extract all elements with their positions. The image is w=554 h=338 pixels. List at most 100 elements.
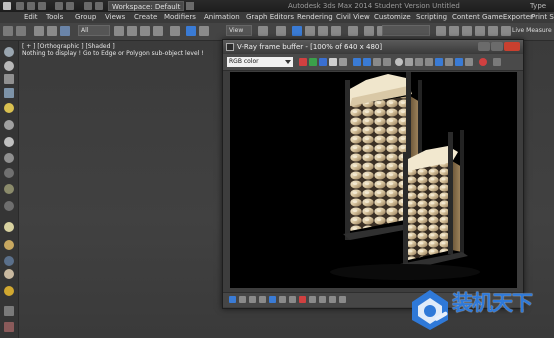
minimize-button[interactable] — [478, 42, 490, 51]
camera-icon[interactable] — [4, 120, 14, 130]
menu-group[interactable]: Group — [75, 12, 96, 23]
space-warp-icon[interactable] — [4, 153, 14, 163]
srgb-icon[interactable] — [465, 58, 473, 66]
menu-gameexporter[interactable]: GameExporter — [482, 12, 533, 23]
curve-editor-icon[interactable] — [462, 26, 472, 36]
undo-icon[interactable] — [55, 2, 63, 10]
named-selection-icon[interactable] — [348, 26, 358, 36]
show-corrections-icon[interactable] — [435, 58, 443, 66]
border-icon[interactable] — [4, 88, 14, 98]
vfb-title-bar[interactable]: V-Ray frame buffer - [100% of 640 x 480] — [223, 40, 523, 54]
alpha-channel-icon[interactable] — [329, 58, 337, 66]
menu-content[interactable]: Content — [452, 12, 480, 23]
open-file-icon[interactable] — [27, 2, 35, 10]
menu-modifiers[interactable]: Modifiers — [164, 12, 196, 23]
sphere-icon[interactable] — [4, 184, 14, 194]
app-logo-icon[interactable] — [3, 2, 11, 10]
menu-print-se[interactable]: Print Se — [531, 12, 554, 23]
named-selection-sets-dropdown[interactable] — [382, 25, 430, 36]
monochrome-icon[interactable] — [339, 58, 347, 66]
link-to-inspector-icon[interactable] — [415, 58, 423, 66]
edge-icon[interactable] — [4, 74, 14, 84]
rotate-icon[interactable] — [186, 26, 196, 36]
bind-space-warp-icon[interactable] — [60, 26, 70, 36]
close-button[interactable] — [504, 42, 520, 51]
light-icon[interactable] — [4, 103, 14, 113]
pixel-info-icon[interactable] — [279, 296, 286, 303]
window-crossing-icon[interactable] — [153, 26, 163, 36]
menu-tools[interactable]: Tools — [46, 12, 63, 23]
snaps-toggle-icon[interactable] — [292, 26, 302, 36]
material-editor-icon[interactable] — [475, 26, 485, 36]
save-image-icon[interactable] — [353, 58, 361, 66]
workspace-dropdown[interactable]: Workspace: Default — [108, 1, 184, 11]
maximize-button[interactable] — [491, 42, 503, 51]
track-mouse-icon[interactable] — [395, 58, 403, 66]
render-icon[interactable] — [479, 58, 487, 66]
save-file-icon[interactable] — [38, 2, 46, 10]
percent-snap-icon[interactable] — [318, 26, 328, 36]
region-render-icon[interactable] — [405, 58, 413, 66]
select-by-name-icon[interactable] — [127, 26, 137, 36]
move-icon[interactable] — [170, 26, 180, 36]
blue-channel-icon[interactable] — [319, 58, 327, 66]
menu-graph-editors[interactable]: Graph Editors — [246, 12, 294, 23]
settings-icon[interactable] — [493, 58, 501, 66]
red-channel-icon[interactable] — [299, 58, 307, 66]
channel-select[interactable]: RGB color — [227, 57, 293, 67]
curves-icon[interactable] — [455, 58, 463, 66]
project-folder-icon[interactable] — [84, 2, 92, 10]
color-icon[interactable] — [239, 296, 246, 303]
stop-icon[interactable] — [425, 58, 433, 66]
grid-icon[interactable] — [4, 306, 14, 316]
pivot-center-icon[interactable] — [258, 26, 268, 36]
angle-snap-icon[interactable] — [305, 26, 315, 36]
quick-access-dropdown-icon[interactable] — [95, 2, 103, 10]
history-icon[interactable] — [229, 296, 236, 303]
shape-icon[interactable] — [4, 322, 14, 332]
cylinder-icon[interactable] — [4, 201, 14, 211]
menu-rendering[interactable]: Rendering — [297, 12, 333, 23]
menu-customize[interactable]: Customize — [374, 12, 411, 23]
mirror-icon[interactable] — [364, 26, 374, 36]
selection-filter-dropdown[interactable]: All — [78, 25, 110, 36]
vertex-icon[interactable] — [4, 61, 14, 71]
redo-icon[interactable] — [66, 2, 74, 10]
unlink-icon[interactable] — [47, 26, 57, 36]
stamp-icon[interactable] — [299, 296, 306, 303]
menu-scripting[interactable]: Scripting — [416, 12, 447, 23]
flip-icon[interactable] — [329, 296, 336, 303]
load-image-icon[interactable] — [363, 58, 371, 66]
polygon-icon[interactable] — [4, 47, 14, 57]
live-measure-button[interactable]: Live Measure — [512, 27, 552, 34]
compare-icon[interactable] — [289, 296, 296, 303]
chevron-down-icon[interactable] — [285, 60, 291, 64]
graphite-tools-icon[interactable] — [449, 26, 459, 36]
render-setup-icon[interactable] — [488, 26, 498, 36]
teapot-icon[interactable] — [4, 240, 14, 250]
sun-icon[interactable] — [4, 286, 14, 296]
spinner-snap-icon[interactable] — [331, 26, 341, 36]
fit-icon[interactable] — [319, 296, 326, 303]
systems-icon[interactable] — [4, 168, 14, 178]
green-channel-icon[interactable] — [309, 58, 317, 66]
reference-coordinate-dropdown[interactable]: View — [226, 25, 252, 36]
box-icon[interactable] — [4, 222, 14, 232]
levels-icon[interactable] — [249, 296, 256, 303]
exposure-icon[interactable] — [259, 296, 266, 303]
render-icon[interactable] — [501, 26, 511, 36]
undo-icon[interactable] — [3, 26, 13, 36]
scale-icon[interactable] — [199, 26, 209, 36]
render-image[interactable] — [230, 72, 517, 288]
lens-effects-icon[interactable] — [269, 296, 276, 303]
menu-create[interactable]: Create — [134, 12, 157, 23]
clear-image-icon[interactable] — [373, 58, 381, 66]
chevron-down-icon[interactable] — [186, 2, 194, 10]
layer-manager-icon[interactable] — [436, 26, 446, 36]
menu-edit[interactable]: Edit — [24, 12, 38, 23]
menu-animation[interactable]: Animation — [204, 12, 240, 23]
helper-icon[interactable] — [4, 137, 14, 147]
menu-views[interactable]: Views — [105, 12, 125, 23]
duplicate-to-max-fb-icon[interactable] — [383, 58, 391, 66]
new-file-icon[interactable] — [16, 2, 24, 10]
